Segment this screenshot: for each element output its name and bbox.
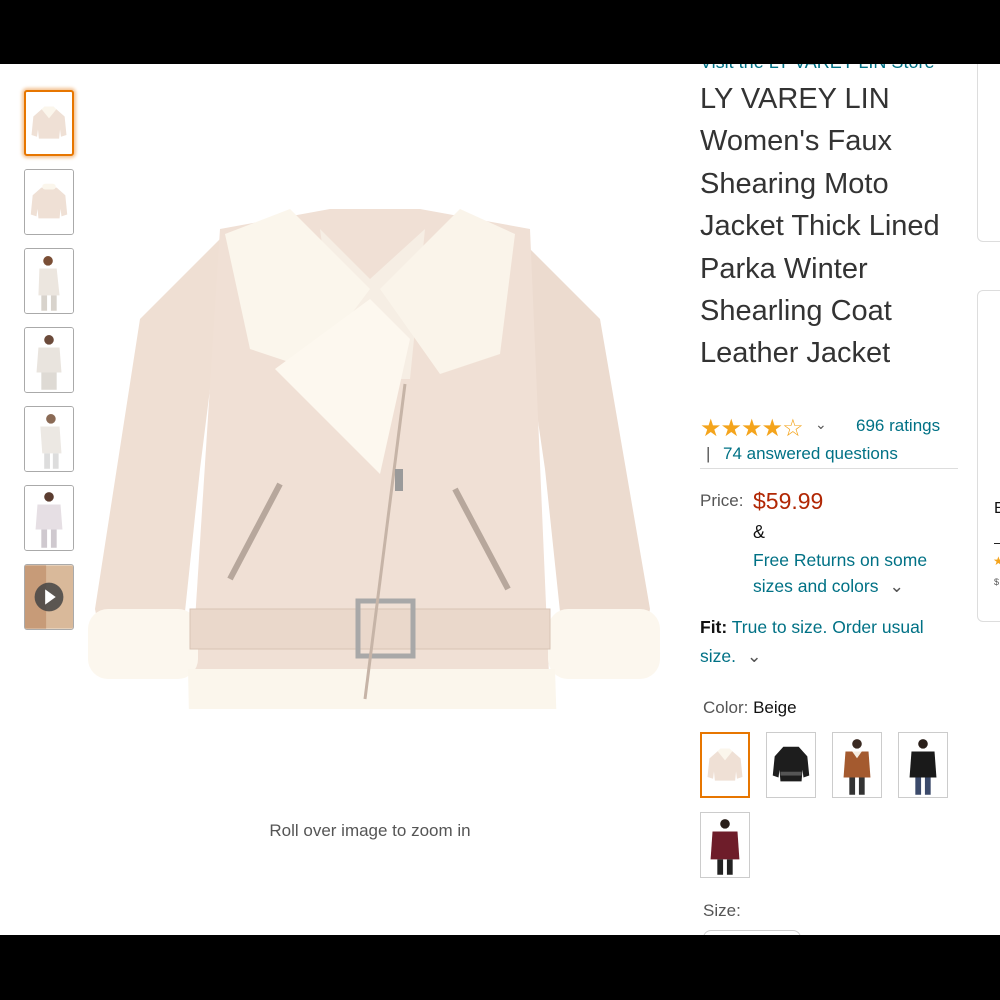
color-label-text: Color:	[703, 698, 749, 717]
zoom-hint: Roll over image to zoom in	[269, 821, 471, 840]
store-link[interactable]: Visit the LY VAREY LIN Store	[700, 64, 934, 73]
chevron-down-icon: ⌄	[746, 646, 762, 666]
edge-card-letter: E	[994, 500, 1000, 517]
chevron-down-icon[interactable]: ⌄	[815, 416, 827, 433]
swatch-beige[interactable]	[700, 732, 750, 798]
star-icon: ★	[993, 554, 1000, 568]
edge-card-price: $	[994, 577, 1000, 587]
swatch-black[interactable]	[766, 732, 816, 798]
thumbnail-jacket-front[interactable]	[24, 90, 74, 156]
color-label: Color: Beige	[703, 698, 797, 718]
thumbnail-jacket-back[interactable]	[24, 169, 74, 235]
color-value: Beige	[753, 698, 797, 717]
free-returns-link[interactable]: Free Returns on some sizes and colors ⌄	[753, 547, 963, 599]
separator: |	[706, 444, 711, 463]
size-dropdown[interactable]	[703, 930, 801, 935]
answered-questions-link[interactable]: 74 answered questions	[723, 444, 898, 464]
product-title: LY VAREY LIN Women's Faux Shearing Moto …	[700, 83, 940, 370]
swatch-brown[interactable]	[832, 732, 882, 798]
ampersand: &	[753, 522, 766, 542]
star-rating-icon[interactable]: ★★★★☆	[700, 414, 804, 443]
rating-row: ★★★★☆ ⌄ 696 ratings	[700, 414, 960, 443]
price-label: Price:	[700, 491, 744, 510]
swatch-black-model[interactable]	[898, 732, 948, 798]
fit-text: True to size. Order usual size.	[700, 617, 924, 666]
ratings-count-link[interactable]: 696 ratings	[856, 416, 940, 436]
thumbnail-model-4[interactable]	[24, 485, 74, 551]
thumbnail-strip	[24, 90, 76, 643]
fit-label: Fit:	[700, 617, 728, 637]
buy-box-card	[977, 64, 1000, 242]
price-value: $59.99	[753, 488, 824, 514]
main-product-image[interactable]	[80, 139, 670, 764]
edge-card-dash: –	[994, 534, 1000, 550]
thumbnail-model-2[interactable]	[24, 327, 74, 393]
sponsored-card[interactable]	[977, 290, 1000, 622]
size-label: Size:	[703, 901, 741, 920]
thumbnail-video[interactable]	[24, 564, 74, 630]
fit-info[interactable]: Fit: True to size. Order usual size. ⌄	[700, 613, 955, 671]
thumbnail-model-1[interactable]	[24, 248, 74, 314]
chevron-down-icon: ⌄	[889, 576, 905, 596]
product-page: Roll over image to zoom in Visit the LY …	[0, 64, 1000, 935]
qa-row: | 74 answered questions	[700, 444, 958, 469]
thumbnail-model-3[interactable]	[24, 406, 74, 472]
swatch-burgundy[interactable]	[700, 812, 750, 878]
